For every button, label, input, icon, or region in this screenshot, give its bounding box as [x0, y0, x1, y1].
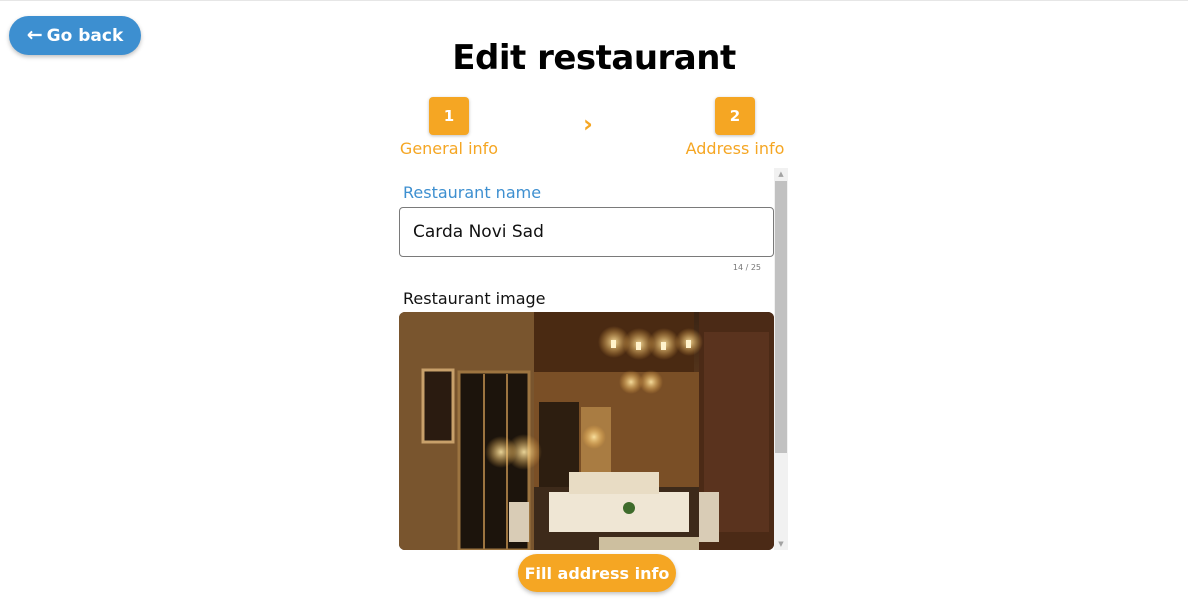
step-address-info[interactable]: 2 Address info	[675, 97, 795, 158]
scrollbar[interactable]: ▲ ▼	[774, 168, 788, 550]
restaurant-name-input[interactable]	[399, 207, 774, 257]
form-scroll-area[interactable]: Restaurant name 14 / 25 Restaurant image	[399, 168, 788, 550]
step-number-2: 2	[715, 97, 755, 135]
top-border	[0, 0, 1188, 1]
restaurant-photo	[399, 312, 774, 550]
page-title: Edit restaurant	[452, 38, 736, 78]
restaurant-name-label: Restaurant name	[403, 183, 542, 202]
fill-address-info-button[interactable]: Fill address info	[518, 554, 676, 592]
step-general-info[interactable]: 1 General info	[389, 97, 509, 158]
step-label-general-info: General info	[399, 139, 499, 158]
character-counter: 14 / 25	[732, 263, 761, 272]
scroll-down-icon[interactable]: ▼	[774, 538, 788, 550]
restaurant-image[interactable]	[399, 312, 774, 550]
step-label-address-info: Address info	[685, 139, 785, 158]
scroll-up-icon[interactable]: ▲	[774, 168, 788, 180]
restaurant-image-label: Restaurant image	[403, 289, 546, 308]
scrollbar-thumb[interactable]	[775, 181, 787, 453]
chevron-right-icon: ›	[583, 110, 593, 138]
step-number-1: 1	[429, 97, 469, 135]
